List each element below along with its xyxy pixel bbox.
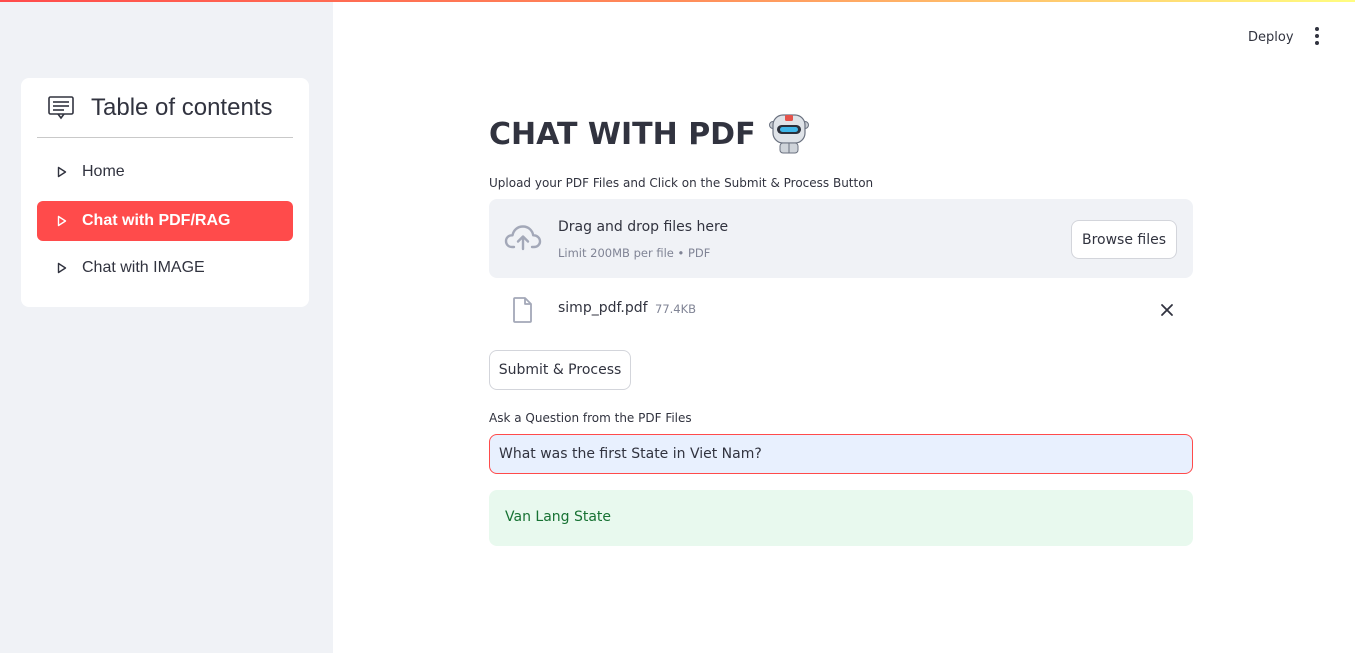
sidebar-item-label: Chat with PDF/RAG: [82, 212, 231, 229]
browse-files-button[interactable]: Browse files: [1071, 220, 1177, 259]
table-of-contents-menu: Table of contents Home Chat with PDF/RAG…: [21, 78, 309, 307]
more-vertical-icon[interactable]: [1306, 24, 1328, 48]
file-size: 77.4KB: [655, 302, 697, 316]
sidebar-item-home[interactable]: Home: [37, 152, 293, 192]
sidebar: Table of contents Home Chat with PDF/RAG…: [0, 2, 333, 653]
file-dropzone[interactable]: Drag and drop files here Limit 200MB per…: [489, 199, 1193, 278]
toc-header: Table of contents: [37, 78, 293, 138]
question-label: Ask a Question from the PDF Files: [489, 411, 692, 425]
uploaded-file-row: simp_pdf.pdf 77.4KB: [489, 290, 1193, 330]
page-title-text: CHAT WITH PDF: [489, 116, 756, 152]
menu-card-icon: [48, 95, 74, 119]
close-icon[interactable]: [1159, 302, 1175, 318]
deploy-button[interactable]: Deploy: [1237, 24, 1305, 50]
robot-icon: [768, 114, 809, 154]
play-outline-icon: [57, 166, 67, 178]
answer-text: Van Lang State: [505, 509, 612, 525]
dropzone-instructions: Drag and drop files here: [558, 219, 729, 235]
sidebar-item-chat-with-pdf[interactable]: Chat with PDF/RAG: [37, 201, 293, 241]
sidebar-item-label: Home: [82, 163, 125, 180]
file-name: simp_pdf.pdf: [558, 300, 648, 316]
submit-process-button[interactable]: Submit & Process: [489, 350, 631, 390]
answer-box: Van Lang State: [489, 490, 1193, 546]
dropzone-limit: Limit 200MB per file • PDF: [558, 246, 711, 260]
sidebar-item-label: Chat with IMAGE: [82, 259, 205, 276]
page-title: CHAT WITH PDF: [489, 110, 810, 158]
cloud-upload-icon: [504, 225, 542, 251]
file-icon: [513, 297, 532, 323]
sidebar-item-chat-with-image[interactable]: Chat with IMAGE: [37, 248, 293, 288]
question-input[interactable]: [489, 434, 1193, 474]
play-outline-icon: [57, 215, 67, 227]
upload-label: Upload your PDF Files and Click on the S…: [489, 176, 874, 190]
play-outline-icon: [57, 262, 67, 274]
toc-title: Table of contents: [91, 93, 273, 121]
